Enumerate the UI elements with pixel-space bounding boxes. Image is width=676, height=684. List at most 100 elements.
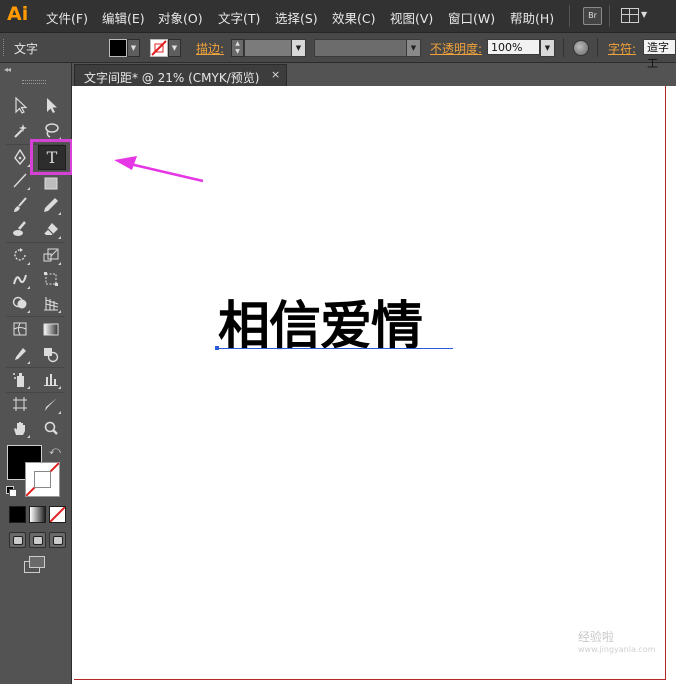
eyedropper-icon [15, 348, 26, 360]
chevron-down-icon: ▼ [641, 10, 648, 19]
paintbrush-tool[interactable] [9, 195, 31, 216]
fill-color-swatch[interactable] [109, 39, 127, 57]
draw-inside-button[interactable] [49, 532, 66, 548]
line-icon [13, 173, 27, 188]
stroke-weight-dropdown[interactable]: ▼ [291, 39, 306, 57]
symbol-sprayer-tool[interactable] [9, 369, 31, 390]
font-family-input[interactable]: 造字工 [643, 39, 676, 70]
rotate-tool[interactable] [9, 245, 31, 266]
bar-chart-icon [44, 374, 58, 386]
menu-file[interactable]: 文件(F) [46, 8, 88, 27]
gradient-icon [43, 323, 59, 336]
annotation-arrow [114, 156, 204, 183]
rotate-icon [14, 248, 26, 261]
rectangle-icon [44, 177, 58, 190]
collapse-panel-icon[interactable]: ◂◂ [4, 65, 11, 74]
none-mode-button[interactable] [49, 506, 66, 523]
stroke-color-swatch[interactable] [150, 39, 168, 57]
white-arrow-icon [47, 98, 57, 113]
line-segment-tool[interactable] [9, 170, 31, 191]
menu-edit[interactable]: 编辑(E) [102, 8, 145, 27]
stroke-color-box[interactable] [25, 462, 60, 497]
none-icon [50, 507, 65, 522]
lasso-tool[interactable] [40, 120, 62, 141]
column-graph-tool[interactable] [40, 369, 62, 390]
rectangle-tool[interactable] [40, 174, 62, 195]
screen-mode-button[interactable] [24, 556, 46, 573]
no-stroke-icon [151, 40, 167, 56]
warp-icon [13, 274, 27, 285]
menu-object[interactable]: 对象(O) [158, 8, 203, 27]
artboard-tool[interactable] [9, 394, 31, 415]
selection-tool[interactable] [9, 95, 31, 116]
workspace-grid-icon [621, 8, 639, 23]
variable-width-profile[interactable] [314, 39, 408, 57]
opacity-input[interactable]: 100% [487, 39, 540, 55]
opacity-dropdown[interactable]: ▼ [540, 39, 555, 57]
hand-icon [14, 422, 25, 435]
recolor-artwork-icon[interactable] [573, 40, 589, 56]
fill-dropdown-button[interactable]: ▼ [127, 39, 140, 57]
eyedropper-tool[interactable] [9, 344, 31, 365]
lasso-icon [45, 123, 59, 138]
current-tool-label: 文字 [14, 42, 39, 56]
pen-tool[interactable] [9, 147, 31, 168]
blob-brush-icon [13, 221, 26, 236]
gradient-mode-button[interactable] [29, 506, 46, 523]
warp-tool[interactable] [9, 269, 31, 290]
perspective-grid-tool[interactable] [40, 293, 62, 314]
menu-select[interactable]: 选择(S) [275, 8, 318, 27]
spray-can-icon [13, 373, 24, 387]
type-tool-highlight [30, 139, 73, 175]
scale-tool[interactable] [40, 245, 62, 266]
menu-effect[interactable]: 效果(C) [332, 8, 375, 27]
free-transform-icon [44, 272, 58, 286]
free-transform-tool[interactable] [40, 269, 62, 290]
eraser-tool[interactable] [40, 219, 62, 240]
default-colors-icon[interactable] [6, 486, 17, 497]
document-tab[interactable]: 文字间距* @ 21% (CMYK/预览) × [74, 64, 287, 86]
menu-help[interactable]: 帮助(H) [510, 8, 554, 27]
color-mode-button[interactable] [9, 506, 26, 523]
stroke-weight-label[interactable]: 描边: [196, 40, 224, 57]
scale-icon [43, 248, 59, 262]
draw-normal-button[interactable] [9, 532, 26, 548]
blend-tool[interactable] [40, 344, 62, 365]
stroke-weight-input[interactable] [244, 39, 292, 57]
shape-builder-tool[interactable] [9, 293, 31, 314]
text-anchor-point[interactable] [215, 346, 219, 350]
direct-selection-tool[interactable] [40, 95, 62, 116]
menu-separator [569, 5, 570, 27]
profile-dropdown[interactable]: ▼ [406, 39, 421, 57]
panel-grip[interactable] [22, 80, 46, 84]
workspace-switcher-button[interactable]: ▼ [621, 8, 647, 23]
swap-fill-stroke-icon[interactable]: ⤺ [49, 444, 61, 458]
control-bar-grip[interactable] [3, 39, 7, 56]
paintbrush-icon [14, 197, 27, 212]
menu-view[interactable]: 视图(V) [390, 8, 433, 27]
gradient-tool[interactable] [40, 319, 62, 340]
hand-tool[interactable] [9, 418, 31, 439]
slice-tool[interactable] [40, 394, 62, 415]
eraser-icon [43, 223, 58, 236]
close-icon[interactable]: × [271, 68, 280, 81]
magic-wand-icon [14, 124, 27, 138]
menu-type[interactable]: 文字(T) [218, 8, 260, 27]
zoom-tool[interactable] [40, 418, 62, 439]
pencil-tool[interactable] [40, 195, 62, 216]
pasteboard [666, 86, 676, 684]
character-label[interactable]: 字符: [608, 40, 636, 57]
blob-brush-tool[interactable] [9, 219, 31, 240]
pen-nib-icon [14, 149, 26, 166]
shape-builder-icon [12, 296, 27, 309]
text-baseline-guide [217, 348, 453, 349]
bridge-button[interactable]: Br [583, 7, 602, 25]
magic-wand-tool[interactable] [9, 120, 31, 141]
stroke-dropdown-button[interactable]: ▼ [168, 39, 181, 57]
pencil-icon [44, 198, 58, 212]
stroke-weight-stepper[interactable]: ▲ ▼ [231, 39, 244, 57]
draw-behind-button[interactable] [29, 532, 46, 548]
opacity-label[interactable]: 不透明度: [430, 40, 482, 57]
mesh-tool[interactable] [9, 319, 31, 340]
menu-window[interactable]: 窗口(W) [448, 8, 495, 27]
